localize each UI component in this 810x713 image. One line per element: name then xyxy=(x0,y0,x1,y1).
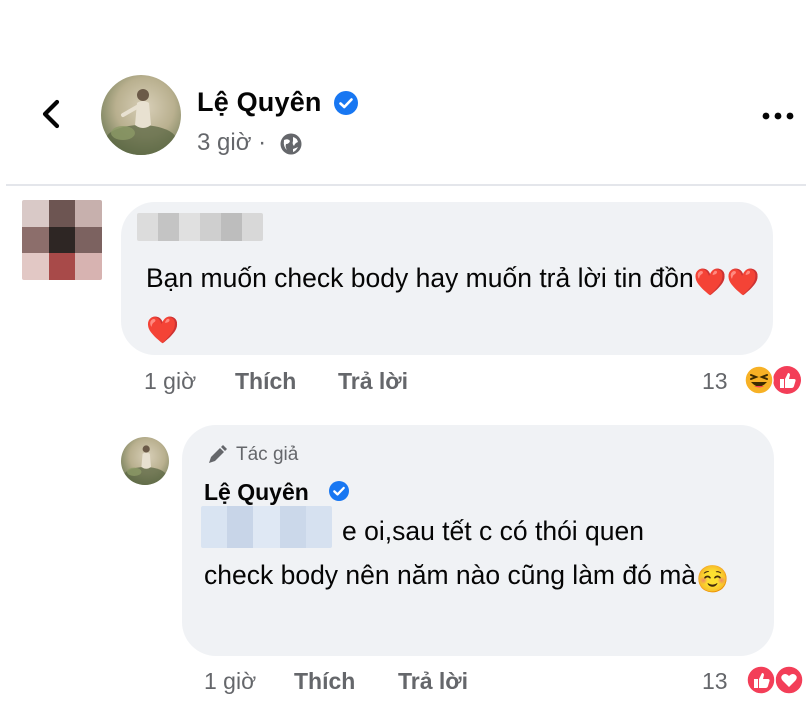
reply-author-avatar[interactable] xyxy=(121,437,169,485)
comment-reaction-count[interactable]: 13 xyxy=(702,368,728,395)
author-badge-label: Tác giả xyxy=(236,444,299,465)
like-reaction-icon[interactable] xyxy=(746,665,776,695)
like-reaction-icon[interactable] xyxy=(772,365,802,395)
more-options-icon[interactable] xyxy=(760,108,796,124)
reply-like-button[interactable]: Thích xyxy=(294,668,355,695)
heart-emoji: ❤️ xyxy=(693,267,727,297)
mention-blurred[interactable] xyxy=(201,506,332,548)
reply-reaction-count[interactable]: 13 xyxy=(702,668,728,695)
pen-icon xyxy=(209,445,227,463)
reply-time[interactable]: 1 giờ xyxy=(204,668,256,695)
heart-emoji: ❤️ xyxy=(726,267,760,297)
verified-badge-icon xyxy=(329,481,349,501)
commenter-avatar-blurred[interactable] xyxy=(22,200,102,280)
commenter-name-blurred[interactable] xyxy=(137,213,263,241)
reply-text-line1: e oi,sau tết c có thói quen xyxy=(342,516,645,546)
comment-text: Bạn muốn check body hay muốn trả lời tin… xyxy=(146,256,766,352)
back-chevron-icon[interactable] xyxy=(34,96,70,132)
reply-text: check body nên năm nào cũng làm đó mà☺️ xyxy=(204,553,764,601)
comment-time[interactable]: 1 giờ xyxy=(144,368,196,395)
author-avatar[interactable] xyxy=(101,75,181,155)
header-divider xyxy=(6,184,806,186)
post-timestamp[interactable]: 3 giờ · xyxy=(197,129,266,157)
love-reaction-icon[interactable] xyxy=(774,665,804,695)
globe-icon xyxy=(280,133,302,155)
comment-like-button[interactable]: Thích xyxy=(235,368,296,395)
heart-emoji: ❤️ xyxy=(146,315,179,345)
post-author-name[interactable]: Lệ Quyên xyxy=(197,87,322,118)
comment-reply-button[interactable]: Trả lời xyxy=(338,368,408,395)
reply-reply-button[interactable]: Trả lời xyxy=(398,668,468,695)
smiling-emoji: ☺️ xyxy=(696,564,730,594)
comment-text-main: Bạn muốn check body hay muốn trả lời tin… xyxy=(146,263,694,293)
reply-text-rest: check body nên năm nào cũng làm đó mà xyxy=(204,560,697,590)
haha-reaction-icon[interactable] xyxy=(744,365,774,395)
reply-author-name[interactable]: Lệ Quyên xyxy=(204,479,309,506)
verified-badge-icon xyxy=(334,91,358,115)
